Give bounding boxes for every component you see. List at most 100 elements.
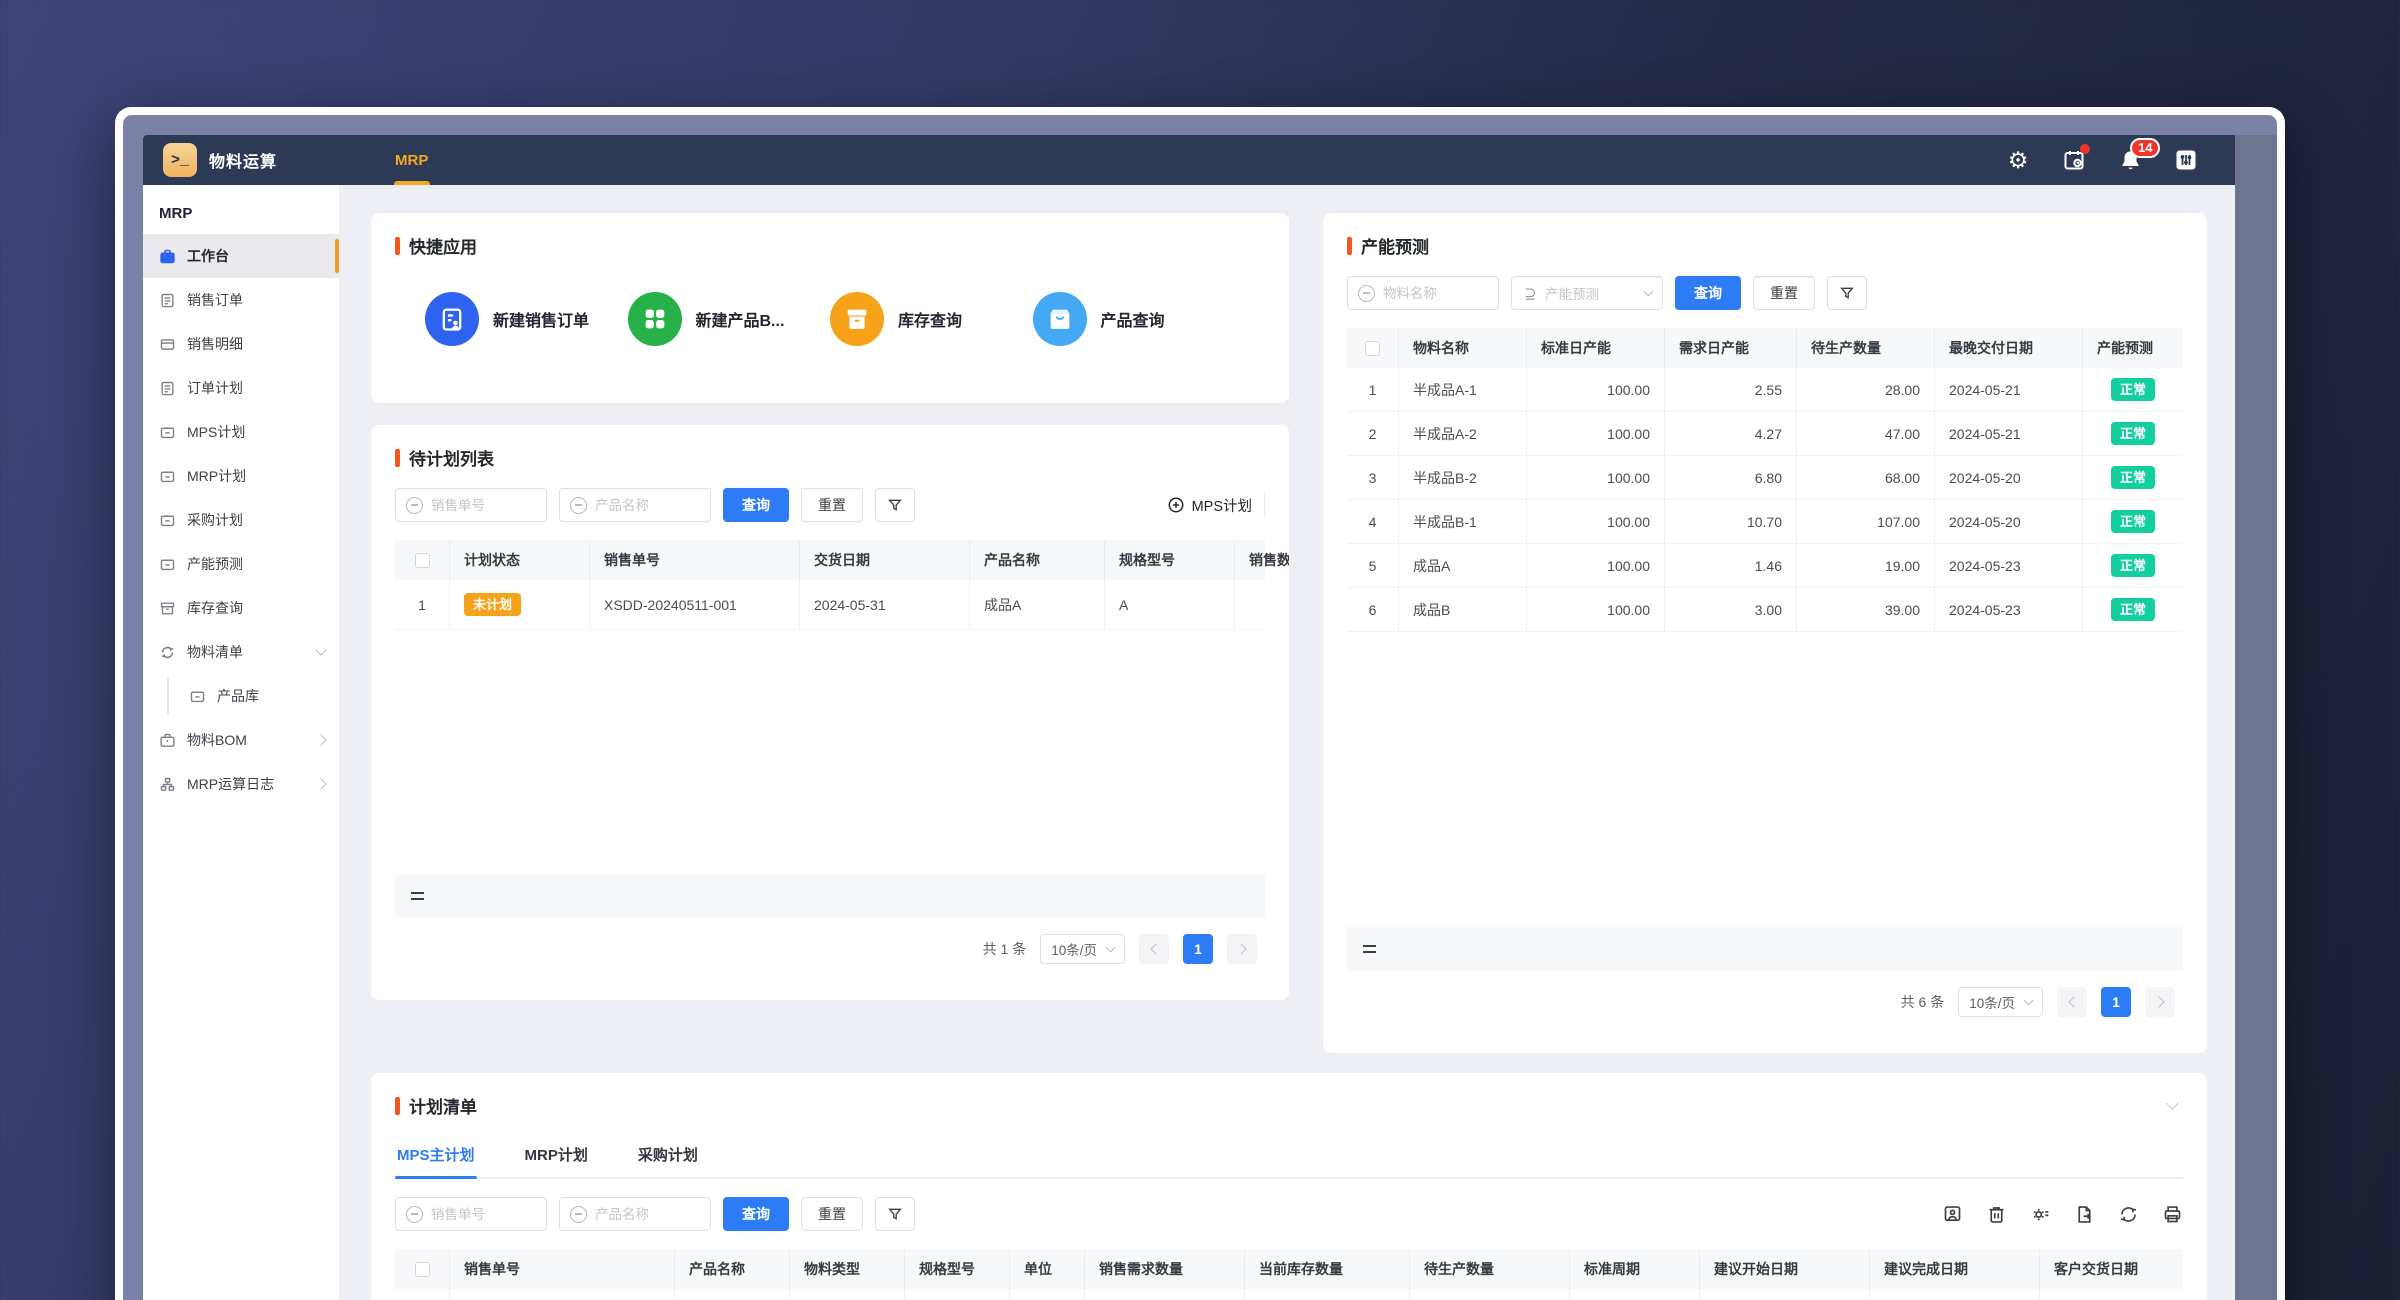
prev-page-button[interactable] — [2057, 987, 2087, 1017]
status-badge: 正常 — [2111, 510, 2155, 533]
select-all-checkbox[interactable] — [1347, 328, 1399, 368]
chevron-left-icon — [1150, 943, 1161, 954]
sidebar-item-sales-orders[interactable]: 销售订单 — [143, 278, 339, 322]
sidebar-item-label: 产能预测 — [187, 554, 243, 574]
reset-button[interactable]: 重置 — [801, 488, 863, 522]
quick-app-new-product[interactable]: 新建产品B... — [628, 292, 831, 346]
material-cell: 半成品B-1 — [1399, 500, 1527, 543]
query-button[interactable]: 查询 — [1675, 276, 1741, 310]
document-icon — [159, 380, 176, 397]
order-no-input[interactable] — [395, 488, 547, 522]
sidebar-item-product-library[interactable]: 产品库 — [143, 674, 339, 718]
import-user-icon[interactable] — [1942, 1204, 1963, 1225]
sidebar-item-mps-plan[interactable]: MPS计划 — [143, 410, 339, 454]
row-index: 2 — [1347, 412, 1399, 455]
page-size-select[interactable]: 10条/页 — [1040, 934, 1125, 964]
field-prefix-icon — [570, 1206, 587, 1223]
table-row[interactable]: 6 成品B 100.00 3.00 39.00 2024-05-23 正常 — [1347, 588, 2183, 632]
bell-icon[interactable]: 14 — [2117, 147, 2143, 173]
column-header: 销售数量 — [1235, 540, 1289, 580]
row-index: 1 — [1347, 368, 1399, 411]
table-header: 计划状态 销售单号 交货日期 产品名称 规格型号 销售数量 — [395, 540, 1265, 580]
select-all-checkbox[interactable] — [395, 1249, 450, 1289]
table-row[interactable]: 4 半成品B-1 100.00 10.70 107.00 2024-05-20 … — [1347, 500, 2183, 544]
page-size-select[interactable]: 10条/页 — [1958, 987, 2043, 1017]
table-row[interactable]: 3 半成品B-2 100.00 6.80 68.00 2024-05-20 正常 — [1347, 456, 2183, 500]
mps-plan-button[interactable]: MPS计划 — [1167, 495, 1252, 516]
material-name-input-field[interactable] — [1383, 286, 1488, 301]
nav-tab-mrp[interactable]: MRP — [395, 135, 428, 185]
section-bar — [395, 1097, 400, 1115]
filter-funnel-button[interactable] — [875, 1197, 915, 1231]
column-settings-icon[interactable] — [2173, 147, 2199, 173]
sidebar-item-material-bom[interactable]: 物料BOM — [143, 718, 339, 762]
app-window: >_ 物料运算 MRP ⚙ — [115, 107, 2285, 1300]
product-name-input-field[interactable] — [595, 1207, 700, 1222]
sidebar-item-sales-detail[interactable]: 销售明细 — [143, 322, 339, 366]
table-row[interactable]: 2 半成品A-2 100.00 4.27 47.00 2024-05-21 正常 — [1347, 412, 2183, 456]
order-no-input-field[interactable] — [431, 1207, 536, 1222]
table-row[interactable]: 1 未计划 XSDD-20240511-001 2024-05-31 成品A A — [395, 580, 1265, 630]
forecast-cell: 正常 — [2083, 456, 2183, 499]
spec-cell: A — [905, 1289, 1010, 1300]
box-icon — [159, 556, 176, 573]
tab-mrp-plan[interactable]: MRP计划 — [523, 1134, 590, 1177]
material-name-input[interactable] — [1347, 276, 1499, 310]
sidebar-item-capacity-forecast[interactable]: 产能预测 — [143, 542, 339, 586]
order-no-input-field[interactable] — [431, 498, 536, 513]
column-header: 建议完成日期 — [1870, 1249, 2040, 1289]
tab-purchase-plan[interactable]: 采购计划 — [636, 1134, 700, 1177]
task-calendar-icon[interactable] — [2061, 147, 2087, 173]
product-cell: 成品A — [675, 1289, 790, 1300]
print-icon[interactable] — [2162, 1204, 2183, 1225]
reset-button[interactable]: 重置 — [801, 1197, 863, 1231]
table-row[interactable]: 1 半成品A-1 100.00 2.55 28.00 2024-05-21 正常 — [1347, 368, 2183, 412]
table-row[interactable]: 1 XSDD-20240510-002 成品A 成品 A 个 29 10 19 … — [395, 1289, 2183, 1300]
sidebar-item-mrp-plan[interactable]: MRP计划 — [143, 454, 339, 498]
delete-trash-icon[interactable] — [1986, 1204, 2007, 1225]
prev-page-button[interactable] — [1139, 934, 1169, 964]
summary-icon — [411, 892, 424, 900]
page-number-button[interactable]: 1 — [1183, 934, 1213, 964]
page-number-button[interactable]: 1 — [2101, 987, 2131, 1017]
section-bar — [1347, 237, 1352, 255]
pending-qty-cell: 39.00 — [1797, 588, 1935, 631]
forecast-select[interactable]: 产能预测 — [1511, 276, 1663, 310]
archive-box-icon — [830, 292, 884, 346]
sidebar-item-mrp-log[interactable]: MRP运算日志 — [143, 762, 339, 806]
chevron-right-icon — [2153, 996, 2164, 1007]
export-file-icon[interactable] — [2074, 1204, 2095, 1225]
quick-app-product-query[interactable]: 产品查询 — [1033, 292, 1236, 346]
collapse-chevron-icon[interactable] — [2166, 1097, 2179, 1110]
query-button[interactable]: 查询 — [723, 1197, 789, 1231]
pagination: 共 1 条 10条/页 1 — [395, 918, 1265, 980]
order-no-input[interactable] — [395, 1197, 547, 1231]
tab-mps-master-plan[interactable]: MPS主计划 — [395, 1134, 477, 1177]
sidebar-item-material-list[interactable]: 物料清单 — [143, 630, 339, 674]
column-header: 需求日产能 — [1665, 328, 1797, 368]
filter-funnel-button[interactable] — [875, 488, 915, 522]
sidebar-item-order-plan[interactable]: 订单计划 — [143, 366, 339, 410]
refresh-icon[interactable] — [2118, 1204, 2139, 1225]
product-name-input[interactable] — [559, 1197, 711, 1231]
product-name-input[interactable] — [559, 488, 711, 522]
select-all-checkbox[interactable] — [395, 540, 450, 580]
next-page-button[interactable] — [1227, 934, 1257, 964]
query-button[interactable]: 查询 — [723, 488, 789, 522]
column-header: 建议开始日期 — [1700, 1249, 1870, 1289]
product-name-input-field[interactable] — [595, 498, 700, 513]
sidebar-item-purchase-plan[interactable]: 采购计划 — [143, 498, 339, 542]
quick-app-new-sales-order[interactable]: 新建销售订单 — [425, 292, 628, 346]
column-config-gear-icon[interactable] — [2030, 1204, 2051, 1225]
window-scrollbar[interactable] — [2235, 135, 2277, 1300]
reset-button[interactable]: 重置 — [1753, 276, 1815, 310]
column-header: 当前库存数量 — [1245, 1249, 1410, 1289]
quick-app-inventory-query[interactable]: 库存查询 — [830, 292, 1033, 346]
field-prefix-icon — [570, 497, 587, 514]
table-row[interactable]: 5 成品A 100.00 1.46 19.00 2024-05-23 正常 — [1347, 544, 2183, 588]
settings-gear-icon[interactable]: ⚙ — [2005, 147, 2031, 173]
sidebar-item-inventory-query[interactable]: 库存查询 — [143, 586, 339, 630]
next-page-button[interactable] — [2145, 987, 2175, 1017]
sidebar-item-workbench[interactable]: 工作台 — [143, 234, 339, 278]
filter-funnel-button[interactable] — [1827, 276, 1867, 310]
